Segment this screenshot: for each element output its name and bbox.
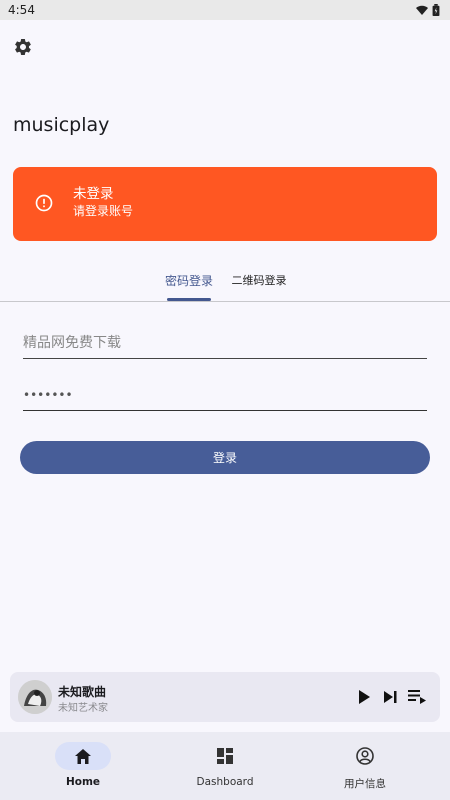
nav-user-info[interactable]: 用户信息 (290, 732, 440, 800)
app-title: musicplay (13, 114, 110, 136)
nav-home-label: Home (65, 776, 101, 788)
tab-indicator (167, 298, 211, 301)
play-button[interactable] (355, 688, 373, 706)
alert-text: 未登录 请登录账号 (73, 186, 133, 219)
login-status-card: 未登录 请登录账号 (13, 167, 437, 241)
login-tabs: 密码登录 二维码登录 (0, 262, 450, 302)
battery-icon (432, 4, 440, 16)
nav-dashboard-pill (197, 742, 253, 770)
tab-password-login[interactable]: 密码登录 (164, 272, 214, 289)
nav-user-pill (337, 742, 393, 770)
nav-home-pill (55, 742, 111, 770)
skip-next-icon (383, 691, 396, 703)
settings-button[interactable] (12, 36, 34, 58)
tab-qrcode-login[interactable]: 二维码登录 (230, 272, 288, 288)
nav-home[interactable]: Home (8, 732, 158, 800)
wifi-icon (416, 5, 428, 15)
account-circle-icon (356, 747, 374, 765)
playlist-icon (408, 690, 426, 704)
username-field (23, 329, 427, 359)
status-icons (416, 4, 440, 16)
login-button[interactable]: 登录 (20, 441, 430, 474)
gear-icon (14, 38, 31, 55)
next-button[interactable] (381, 688, 399, 706)
mini-player[interactable]: 未知歌曲 未知艺术家 (10, 672, 440, 722)
queue-button[interactable] (408, 688, 426, 706)
nav-dashboard[interactable]: Dashboard (150, 732, 300, 800)
username-input[interactable] (23, 329, 427, 357)
alert-subtitle: 请登录账号 (73, 204, 134, 218)
alert-title: 未登录 (73, 186, 114, 202)
dashboard-icon (217, 748, 233, 764)
song-title: 未知歌曲 (58, 685, 107, 699)
nav-user-label: 用户信息 (344, 778, 386, 790)
nav-dashboard-label: Dashboard (196, 776, 254, 788)
password-input[interactable] (23, 381, 427, 409)
error-icon (35, 194, 53, 212)
album-art (18, 680, 52, 714)
password-field (23, 381, 427, 411)
song-artist: 未知艺术家 (58, 703, 108, 714)
status-bar: 4:54 (0, 0, 450, 20)
play-icon (359, 690, 370, 704)
album-art-image (18, 680, 52, 714)
status-time: 4:54 (8, 3, 35, 17)
bottom-navigation: Home Dashboard 用户信息 (0, 732, 450, 800)
home-icon (75, 748, 91, 764)
